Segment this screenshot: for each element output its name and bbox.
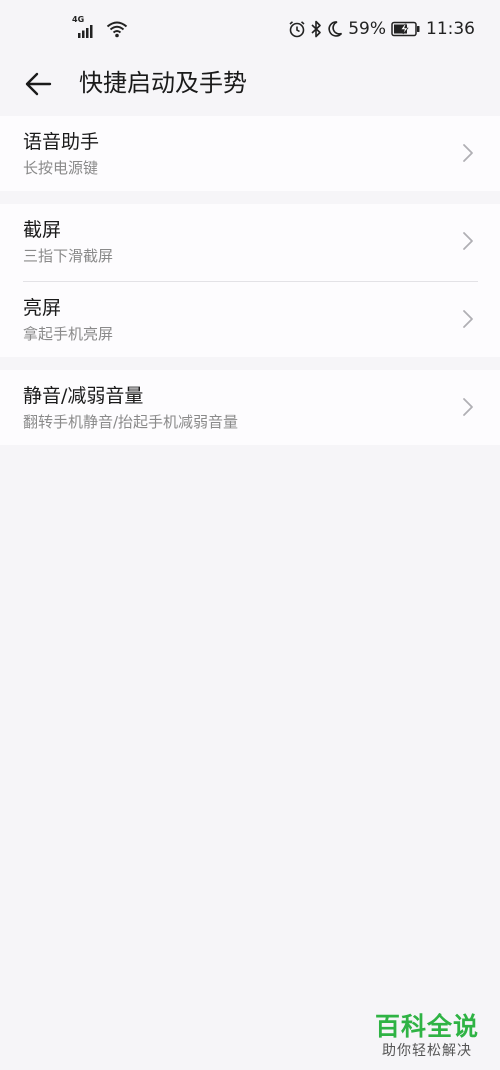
status-bar-right: 59% 11:36: [288, 16, 475, 42]
screenshot-item[interactable]: 截屏 三指下滑截屏: [0, 204, 500, 279]
arrow-left-icon: [25, 72, 52, 96]
clock-time: 11:36: [426, 19, 475, 39]
wifi-icon: [106, 21, 128, 38]
watermark-subtitle: 助你轻松解决: [382, 1043, 472, 1059]
moon-icon: [328, 21, 343, 37]
item-subtitle: 翻转手机静音/抬起手机减弱音量: [23, 413, 239, 431]
watermark-title: 百科全说: [374, 1012, 479, 1041]
item-title: 静音/减弱音量: [23, 385, 144, 407]
settings-group-voice: 语音助手 长按电源键: [0, 116, 500, 191]
bluetooth-icon: [311, 20, 322, 38]
watermark-logo: 百科全说 助你轻松解决: [372, 1012, 482, 1060]
item-subtitle: 三指下滑截屏: [23, 247, 114, 265]
item-title: 截屏: [23, 219, 62, 241]
chevron-right-icon: [463, 232, 473, 250]
battery-percent: 59%: [348, 19, 386, 39]
chevron-right-icon: [463, 310, 473, 328]
item-title: 亮屏: [23, 297, 62, 319]
network-type-label: 4G: [72, 15, 85, 24]
page-title: 快捷启动及手势: [79, 69, 247, 97]
settings-group-screen: 截屏 三指下滑截屏 亮屏 拿起手机亮屏: [0, 204, 500, 357]
battery-charging-icon: [391, 21, 420, 37]
chevron-right-icon: [463, 144, 473, 162]
wake-screen-item[interactable]: 亮屏 拿起手机亮屏: [0, 282, 500, 357]
status-bar-left: 4G: [72, 14, 128, 38]
chevron-right-icon: [463, 398, 473, 416]
settings-group-mute: 静音/减弱音量 翻转手机静音/抬起手机减弱音量: [0, 370, 500, 445]
header-bar: 快捷启动及手势: [0, 58, 500, 110]
cellular-signal: 4G: [72, 16, 100, 38]
back-button[interactable]: [20, 66, 56, 102]
item-subtitle: 拿起手机亮屏: [23, 325, 114, 343]
item-subtitle: 长按电源键: [23, 159, 99, 177]
mute-reduce-volume-item[interactable]: 静音/减弱音量 翻转手机静音/抬起手机减弱音量: [0, 370, 500, 445]
alarm-icon: [289, 21, 305, 38]
status-bar: 4G 59% 11:36: [0, 0, 500, 58]
voice-assistant-item[interactable]: 语音助手 长按电源键: [0, 116, 500, 191]
signal-icon: [78, 25, 93, 38]
item-title: 语音助手: [23, 131, 100, 153]
